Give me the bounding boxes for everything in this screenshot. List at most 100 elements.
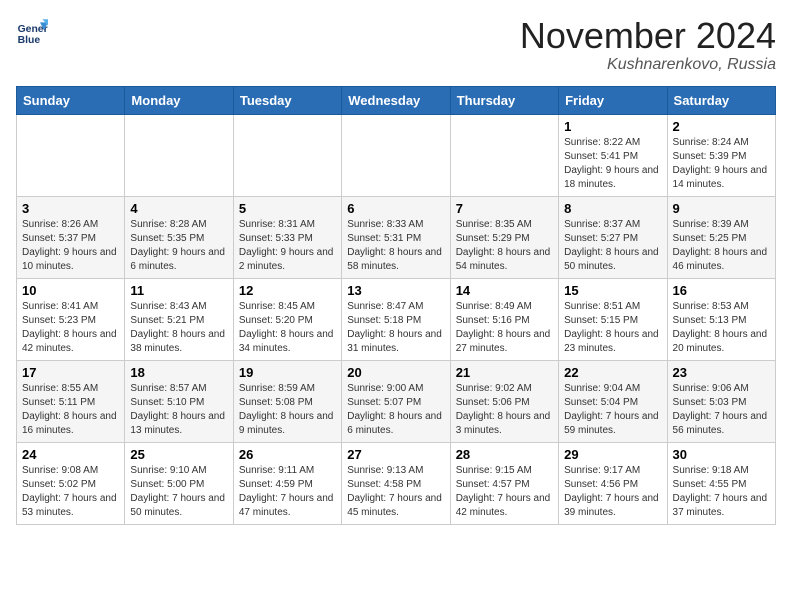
day-number: 3 <box>22 201 119 216</box>
day-info: Sunrise: 9:04 AM Sunset: 5:04 PM Dayligh… <box>564 382 661 438</box>
day-number: 21 <box>456 365 553 380</box>
logo: General Blue <box>16 16 48 48</box>
day-number: 2 <box>673 119 770 134</box>
day-number: 5 <box>239 201 336 216</box>
calendar-cell: 27 Sunrise: 9:13 AM Sunset: 4:58 PM Dayli… <box>342 442 450 524</box>
day-info: Sunrise: 9:17 AM Sunset: 4:56 PM Dayligh… <box>564 464 661 520</box>
calendar-table: SundayMondayTuesdayWednesdayThursdayFrid… <box>16 86 776 525</box>
calendar-cell: 17Sunrise: 8:55 AM Sunset: 5:11 PM Dayli… <box>17 360 125 442</box>
weekday-header-row: SundayMondayTuesdayWednesdayThursdayFrid… <box>17 86 776 114</box>
calendar-cell: 11 Sunrise: 8:43 AM Sunset: 5:21 PM Dayli… <box>125 278 233 360</box>
day-info: Sunrise: 9:02 AM Sunset: 5:06 PM Dayligh… <box>456 382 553 438</box>
day-number: 23 <box>673 365 770 380</box>
logo-icon: General Blue <box>16 16 48 48</box>
day-info: Sunrise: 8:37 AM Sunset: 5:27 PM Dayligh… <box>564 218 661 274</box>
day-number: 17 <box>22 365 119 380</box>
weekday-header: Thursday <box>450 86 558 114</box>
day-info: Sunrise: 9:00 AM Sunset: 5:07 PM Dayligh… <box>347 382 444 438</box>
day-info: Sunrise: 9:06 AM Sunset: 5:03 PM Dayligh… <box>673 382 770 438</box>
weekday-header: Friday <box>559 86 667 114</box>
calendar-cell: 1 Sunrise: 8:22 AM Sunset: 5:41 PM Daylig… <box>559 114 667 196</box>
calendar-cell: 29Sunrise: 9:17 AM Sunset: 4:56 PM Dayli… <box>559 442 667 524</box>
day-number: 14 <box>456 283 553 298</box>
day-number: 6 <box>347 201 444 216</box>
location: Kushnarenkovo, Russia <box>520 56 776 74</box>
day-info: Sunrise: 8:39 AM Sunset: 5:25 PM Dayligh… <box>673 218 770 274</box>
calendar-cell: 7 Sunrise: 8:35 AM Sunset: 5:29 PM Daylig… <box>450 196 558 278</box>
day-number: 16 <box>673 283 770 298</box>
calendar-week-row: 10Sunrise: 8:41 AM Sunset: 5:23 PM Dayli… <box>17 278 776 360</box>
day-number: 8 <box>564 201 661 216</box>
day-number: 4 <box>130 201 227 216</box>
calendar-cell: 24 Sunrise: 9:08 AM Sunset: 5:02 PM Dayli… <box>17 442 125 524</box>
weekday-header: Tuesday <box>233 86 341 114</box>
day-number: 24 <box>22 447 119 462</box>
calendar-cell <box>17 114 125 196</box>
calendar-cell: 23 Sunrise: 9:06 AM Sunset: 5:03 PM Dayli… <box>667 360 775 442</box>
day-info: Sunrise: 8:24 AM Sunset: 5:39 PM Dayligh… <box>673 136 770 192</box>
day-number: 18 <box>130 365 227 380</box>
day-number: 15 <box>564 283 661 298</box>
day-number: 13 <box>347 283 444 298</box>
day-number: 9 <box>673 201 770 216</box>
day-info: Sunrise: 8:47 AM Sunset: 5:18 PM Dayligh… <box>347 300 444 356</box>
calendar-cell: 3 Sunrise: 8:26 AM Sunset: 5:37 PM Daylig… <box>17 196 125 278</box>
day-info: Sunrise: 8:59 AM Sunset: 5:08 PM Dayligh… <box>239 382 336 438</box>
day-number: 7 <box>456 201 553 216</box>
calendar-cell: 4 Sunrise: 8:28 AM Sunset: 5:35 PM Daylig… <box>125 196 233 278</box>
day-info: Sunrise: 8:26 AM Sunset: 5:37 PM Dayligh… <box>22 218 119 274</box>
day-number: 26 <box>239 447 336 462</box>
calendar-cell <box>450 114 558 196</box>
day-info: Sunrise: 9:10 AM Sunset: 5:00 PM Dayligh… <box>130 464 227 520</box>
calendar-cell: 18 Sunrise: 8:57 AM Sunset: 5:10 PM Dayli… <box>125 360 233 442</box>
calendar-cell <box>233 114 341 196</box>
day-info: Sunrise: 8:22 AM Sunset: 5:41 PM Dayligh… <box>564 136 661 192</box>
calendar-cell: 21 Sunrise: 9:02 AM Sunset: 5:06 PM Dayli… <box>450 360 558 442</box>
day-number: 1 <box>564 119 661 134</box>
weekday-header: Sunday <box>17 86 125 114</box>
day-info: Sunrise: 8:57 AM Sunset: 5:10 PM Dayligh… <box>130 382 227 438</box>
calendar-cell: 6Sunrise: 8:33 AM Sunset: 5:31 PM Daylig… <box>342 196 450 278</box>
day-number: 28 <box>456 447 553 462</box>
day-info: Sunrise: 9:11 AM Sunset: 4:59 PM Dayligh… <box>239 464 336 520</box>
day-info: Sunrise: 8:31 AM Sunset: 5:33 PM Dayligh… <box>239 218 336 274</box>
calendar-cell: 30 Sunrise: 9:18 AM Sunset: 4:55 PM Dayli… <box>667 442 775 524</box>
title-block: November 2024 Kushnarenkovo, Russia <box>520 16 776 74</box>
day-info: Sunrise: 8:43 AM Sunset: 5:21 PM Dayligh… <box>130 300 227 356</box>
calendar-cell: 9 Sunrise: 8:39 AM Sunset: 5:25 PM Daylig… <box>667 196 775 278</box>
calendar-week-row: 24 Sunrise: 9:08 AM Sunset: 5:02 PM Dayli… <box>17 442 776 524</box>
day-info: Sunrise: 9:08 AM Sunset: 5:02 PM Dayligh… <box>22 464 119 520</box>
calendar-cell: 22Sunrise: 9:04 AM Sunset: 5:04 PM Dayli… <box>559 360 667 442</box>
calendar-cell: 20 Sunrise: 9:00 AM Sunset: 5:07 PM Dayli… <box>342 360 450 442</box>
day-number: 20 <box>347 365 444 380</box>
calendar-cell <box>125 114 233 196</box>
calendar-cell: 25 Sunrise: 9:10 AM Sunset: 5:00 PM Dayli… <box>125 442 233 524</box>
day-info: Sunrise: 9:13 AM Sunset: 4:58 PM Dayligh… <box>347 464 444 520</box>
calendar-cell <box>342 114 450 196</box>
day-number: 25 <box>130 447 227 462</box>
weekday-header: Saturday <box>667 86 775 114</box>
day-number: 30 <box>673 447 770 462</box>
day-info: Sunrise: 8:35 AM Sunset: 5:29 PM Dayligh… <box>456 218 553 274</box>
day-number: 27 <box>347 447 444 462</box>
svg-text:Blue: Blue <box>18 35 41 46</box>
calendar-cell: 10Sunrise: 8:41 AM Sunset: 5:23 PM Dayli… <box>17 278 125 360</box>
month-title: November 2024 <box>520 16 776 56</box>
calendar-week-row: 3 Sunrise: 8:26 AM Sunset: 5:37 PM Daylig… <box>17 196 776 278</box>
calendar-cell: 19 Sunrise: 8:59 AM Sunset: 5:08 PM Dayli… <box>233 360 341 442</box>
calendar-cell: 13 Sunrise: 8:47 AM Sunset: 5:18 PM Dayli… <box>342 278 450 360</box>
calendar-cell: 14Sunrise: 8:49 AM Sunset: 5:16 PM Dayli… <box>450 278 558 360</box>
day-number: 10 <box>22 283 119 298</box>
weekday-header: Monday <box>125 86 233 114</box>
day-number: 19 <box>239 365 336 380</box>
calendar-week-row: 1 Sunrise: 8:22 AM Sunset: 5:41 PM Daylig… <box>17 114 776 196</box>
day-number: 11 <box>130 283 227 298</box>
day-info: Sunrise: 8:28 AM Sunset: 5:35 PM Dayligh… <box>130 218 227 274</box>
day-info: Sunrise: 8:51 AM Sunset: 5:15 PM Dayligh… <box>564 300 661 356</box>
calendar-cell: 28Sunrise: 9:15 AM Sunset: 4:57 PM Dayli… <box>450 442 558 524</box>
calendar-week-row: 17Sunrise: 8:55 AM Sunset: 5:11 PM Dayli… <box>17 360 776 442</box>
day-info: Sunrise: 8:53 AM Sunset: 5:13 PM Dayligh… <box>673 300 770 356</box>
page-header: General Blue November 2024 Kushnarenkovo… <box>16 16 776 74</box>
day-info: Sunrise: 9:18 AM Sunset: 4:55 PM Dayligh… <box>673 464 770 520</box>
calendar-cell: 15 Sunrise: 8:51 AM Sunset: 5:15 PM Dayli… <box>559 278 667 360</box>
